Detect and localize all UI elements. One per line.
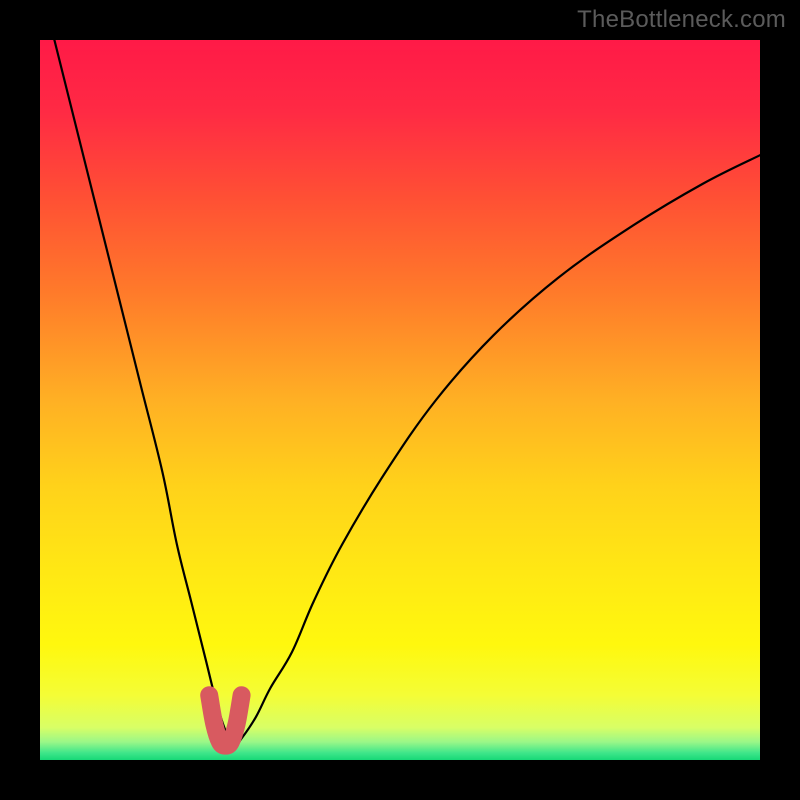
bottleneck-curve	[54, 40, 760, 746]
plot-area	[40, 40, 760, 760]
watermark-text: TheBottleneck.com	[577, 6, 786, 34]
curve-layer	[40, 40, 760, 760]
chart-frame: TheBottleneck.com	[0, 0, 800, 800]
optimal-marker	[209, 695, 241, 745]
